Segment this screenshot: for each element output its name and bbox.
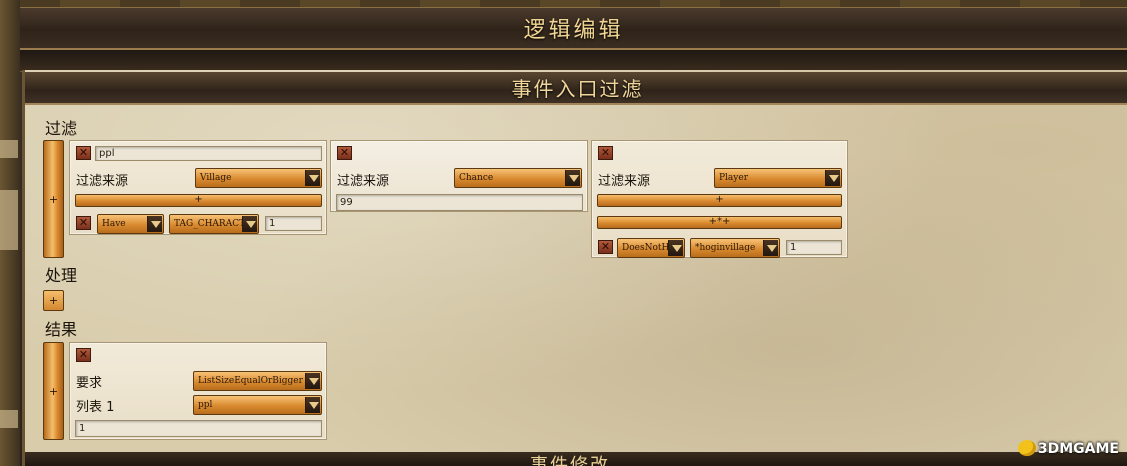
add-condition-button[interactable]: + [597,194,842,207]
source-dropdown[interactable]: Player [714,168,842,188]
close-icon: ✕ [600,240,611,253]
condition-count-field[interactable]: 1 [786,240,842,255]
filter-add-button[interactable]: + [43,140,64,258]
source-dropdown-value: Chance [459,173,494,183]
filter-card-village: ✕ ppl 过滤来源 Village + ✕ Have TAG_CHARACT … [69,140,327,235]
process-add-button[interactable]: + [43,290,64,311]
chevron-down-icon [305,397,320,413]
chevron-down-icon [305,373,320,389]
close-icon: ✕ [600,146,611,159]
chevron-down-icon [242,216,257,232]
result-add-button[interactable]: + [43,342,64,440]
require-dropdown[interactable]: ListSizeEqualOrBigger [193,371,322,391]
delete-filter-button[interactable]: ✕ [598,146,613,160]
chevron-down-icon [668,240,683,256]
condition-op-dropdown[interactable]: Have [97,214,164,234]
close-icon: ✕ [78,348,89,361]
source-label: 过滤来源 [337,174,390,189]
require-label: 要求 [76,376,103,391]
delete-filter-button[interactable]: ✕ [76,146,91,160]
delete-result-button[interactable]: ✕ [76,348,91,362]
result-heading: 结果 [45,320,78,339]
condition-tag-value: *hoginvillage [695,243,756,253]
close-icon: ✕ [78,146,89,159]
source-dropdown[interactable]: Village [195,168,322,188]
filter-heading: 过滤 [45,119,78,138]
delete-condition-button[interactable]: ✕ [76,216,91,230]
condition-tag-dropdown[interactable]: *hoginvillage [690,238,780,258]
left-edge [0,0,20,466]
filter-card-player: ✕ 过滤来源 Player + +*+ ✕ DoesNotH *hoginvil… [591,140,848,258]
next-section-header: 事件修改 [25,452,1127,466]
result-value-field[interactable]: 1 [75,420,322,437]
condition-tag-value: TAG_CHARACT [174,219,246,229]
result-card: ✕ 要求 ListSizeEqualOrBigger 列表 1 ppl 1 [69,342,327,440]
chevron-down-icon [763,240,778,256]
condition-op-value: Have [102,219,126,229]
delete-filter-button[interactable]: ✕ [337,146,352,160]
process-heading: 处理 [45,266,78,285]
filter-name-field[interactable]: ppl [95,146,322,161]
section-title: 事件入口过滤 [511,77,644,101]
smiley-icon [1017,440,1036,456]
chevron-down-icon [147,216,162,232]
title-shelf [20,50,1127,72]
condition-op-dropdown[interactable]: DoesNotH [617,238,685,258]
list-label: 列表 1 [76,400,115,415]
next-section-title: 事件修改 [530,455,610,466]
condition-op-value: DoesNotH [622,243,670,253]
window-title-bar: 逻辑编辑 [20,7,1127,50]
event-entry-filter-panel: 事件入口过滤 过滤 + ✕ ppl 过滤来源 Village + ✕ Have … [22,70,1127,466]
list-dropdown[interactable]: ppl [193,395,322,415]
source-dropdown-value: Player [719,173,749,183]
logic-editor-window: 逻辑编辑 事件入口过滤 过滤 + ✕ ppl 过滤来源 Village + ✕ … [0,0,1127,466]
chevron-down-icon [305,170,320,186]
source-dropdown-value: Village [200,173,232,183]
close-icon: ✕ [78,216,89,229]
chevron-down-icon [565,170,580,186]
watermark: 3DMGAME [1017,440,1119,457]
watermark-text: 3DMGAME [1037,441,1119,457]
delete-condition-button[interactable]: ✕ [598,240,613,254]
close-icon: ✕ [339,146,350,159]
add-condition-button[interactable]: + [75,194,322,207]
source-label: 过滤来源 [76,174,129,189]
chance-value-field[interactable]: 99 [336,194,583,211]
chevron-down-icon [825,170,840,186]
condition-tag-dropdown[interactable]: TAG_CHARACT [169,214,259,234]
require-dropdown-value: ListSizeEqualOrBigger [198,376,303,386]
source-label: 过滤来源 [598,174,651,189]
source-dropdown[interactable]: Chance [454,168,582,188]
window-title: 逻辑编辑 [523,18,624,43]
section-header: 事件入口过滤 [25,72,1127,105]
condition-count-field[interactable]: 1 [265,216,322,231]
list-dropdown-value: ppl [198,400,213,410]
filter-card-chance: ✕ 过滤来源 Chance 99 [330,140,588,212]
add-group-button[interactable]: +*+ [597,216,842,229]
